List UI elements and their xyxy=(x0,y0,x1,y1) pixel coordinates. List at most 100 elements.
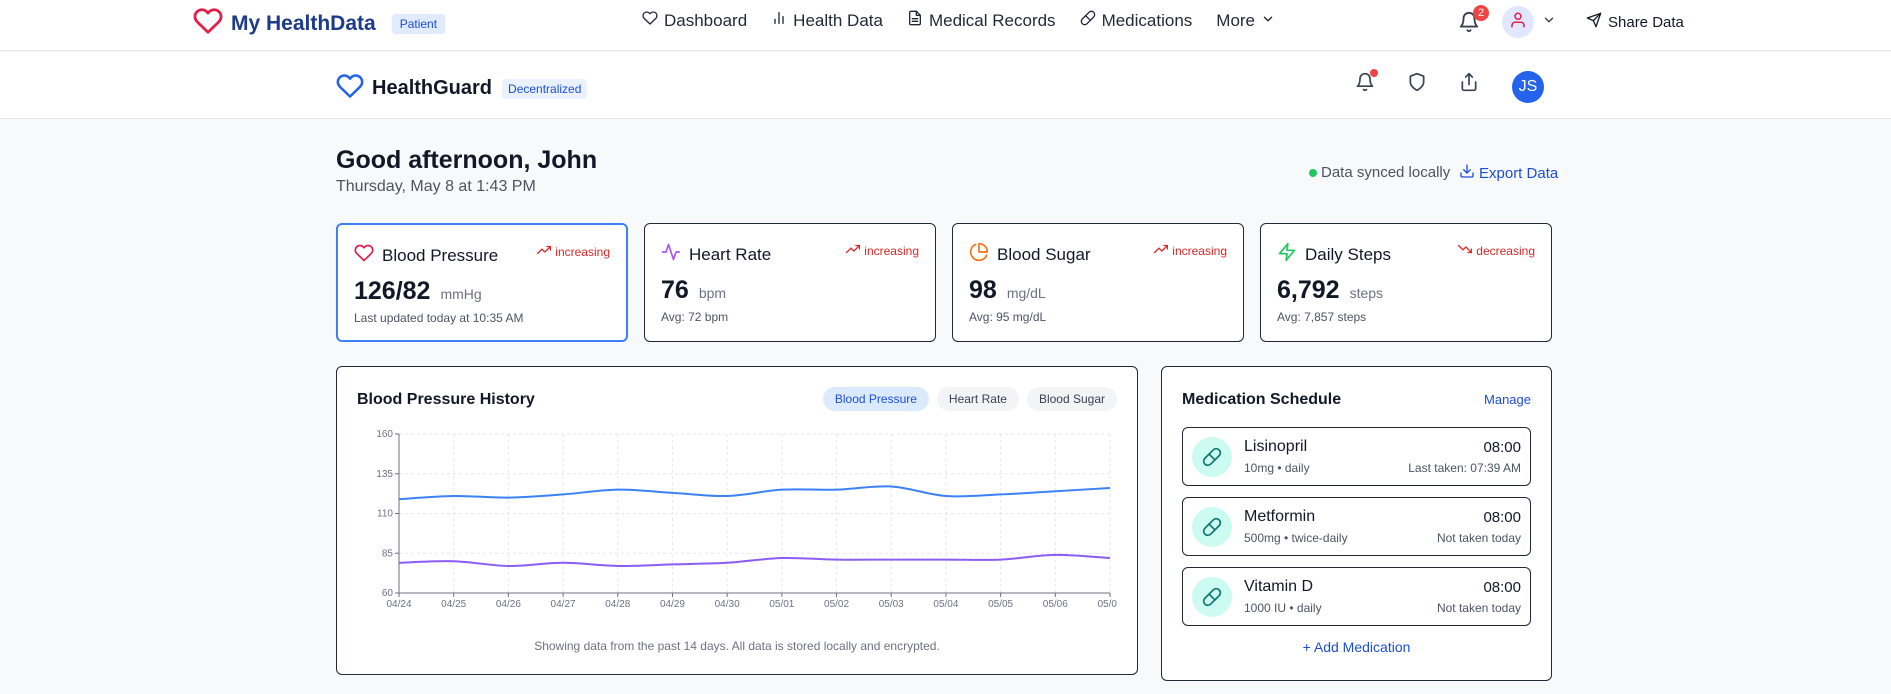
metric-number: 6,792 xyxy=(1277,276,1340,304)
user-avatar[interactable]: JS xyxy=(1512,71,1544,103)
trend-label: increasing xyxy=(555,244,610,259)
nav-actions: 2 Share Data xyxy=(1458,5,1684,38)
trend-label: increasing xyxy=(1172,243,1227,258)
chart-tabs: Blood Pressure Heart Rate Blood Sugar xyxy=(822,387,1117,411)
greeting-date: Thursday, May 8 at 1:43 PM xyxy=(336,178,536,195)
series-line-2 xyxy=(398,553,1111,567)
x-tick-label: 05/07 xyxy=(1097,599,1117,610)
add-medication-button[interactable]: + Add Medication xyxy=(1162,639,1551,655)
trend-indicator: increasing xyxy=(1154,242,1227,259)
notifications-button[interactable]: 2 xyxy=(1458,5,1489,37)
metric-title-label: Blood Sugar xyxy=(997,244,1091,264)
medication-dose: 10mg • daily xyxy=(1244,461,1310,475)
medication-title: Medication Schedule xyxy=(1182,391,1342,408)
nav-dashboard[interactable]: Dashboard xyxy=(642,10,747,31)
metric-card-blood-pressure[interactable]: Blood Pressure increasing 126/82 mmHg La… xyxy=(336,223,628,342)
header-actions xyxy=(1355,69,1511,96)
metric-card-blood-sugar[interactable]: Blood Sugar increasing 98 mg/dL Avg: 95 … xyxy=(952,223,1244,342)
x-tick-label: 05/06 xyxy=(1043,599,1068,610)
metric-unit: mmHg xyxy=(440,286,482,302)
share-data-button[interactable]: Share Data xyxy=(1586,12,1684,32)
medication-time: 08:00 xyxy=(1483,509,1521,526)
medication-item[interactable]: Metformin 500mg • twice-daily 08:00 Not … xyxy=(1182,497,1531,556)
file-text-icon xyxy=(907,10,929,31)
trending-up-icon xyxy=(537,243,555,260)
x-tick-label: 04/29 xyxy=(660,599,685,610)
metric-title: Daily Steps xyxy=(1277,242,1391,267)
chevron-down-icon xyxy=(1255,11,1275,31)
greeting-title: Good afternoon, John xyxy=(336,146,598,174)
chart-title: Blood Pressure History xyxy=(357,391,535,408)
pill-icon xyxy=(1080,10,1102,31)
metric-value: 126/82 mmHg xyxy=(354,277,482,306)
trend-indicator: increasing xyxy=(846,242,919,259)
decentralized-badge: Decentralized xyxy=(502,78,588,99)
medication-time: 08:00 xyxy=(1483,439,1521,456)
trend-indicator: increasing xyxy=(537,243,610,260)
upload-button[interactable] xyxy=(1459,72,1481,94)
tab-heart-rate[interactable]: Heart Rate xyxy=(936,387,1019,411)
send-icon xyxy=(1586,12,1608,32)
download-icon xyxy=(1459,163,1479,183)
brand[interactable]: My HealthData Patient xyxy=(193,6,446,41)
alerts-button[interactable] xyxy=(1355,69,1378,96)
y-tick-label: 135 xyxy=(377,469,393,480)
x-tick-label: 04/24 xyxy=(386,599,411,610)
medication-status: Not taken today xyxy=(1436,531,1521,545)
bell-icon xyxy=(1355,72,1375,96)
x-tick-label: 04/27 xyxy=(551,599,576,610)
sync-status-label: Data synced locally xyxy=(1321,164,1451,181)
export-data-button[interactable]: Export Data xyxy=(1459,163,1558,183)
trend-label: increasing xyxy=(864,243,919,258)
sync-dot xyxy=(1309,168,1317,177)
pill-icon xyxy=(1192,507,1232,547)
x-tick-label: 04/30 xyxy=(715,599,740,610)
nav-health-data[interactable]: Health Data xyxy=(771,10,883,31)
heart-icon xyxy=(354,243,382,268)
nav-medications-label: Medications xyxy=(1101,10,1193,30)
metric-title-label: Heart Rate xyxy=(689,244,772,264)
notification-count-badge: 2 xyxy=(1473,5,1489,21)
medication-time: 08:00 xyxy=(1483,579,1521,596)
zap-icon xyxy=(1277,242,1305,267)
y-tick-label: 110 xyxy=(377,509,393,520)
tab-blood-sugar[interactable]: Blood Sugar xyxy=(1026,387,1117,411)
healthguard-brand[interactable]: HealthGuard Decentralized xyxy=(336,72,588,105)
medication-status: Not taken today xyxy=(1436,601,1521,615)
metric-number: 76 xyxy=(661,276,689,304)
trending-up-icon xyxy=(846,242,864,259)
medication-item[interactable]: Lisinopril 10mg • daily 08:00 Last taken… xyxy=(1182,427,1531,486)
manage-link[interactable]: Manage xyxy=(1484,392,1531,407)
sync-status: Data synced locally xyxy=(1309,164,1450,181)
main-nav: Dashboard Health Data Medical Records Me… xyxy=(642,10,1299,31)
metric-card-heart-rate[interactable]: Heart Rate increasing 76 bpm Avg: 72 bpm xyxy=(644,223,936,342)
metric-value: 76 bpm xyxy=(661,276,726,305)
account-chevron-down-icon[interactable] xyxy=(1534,13,1556,32)
medication-dose: 1000 IU • daily xyxy=(1244,601,1322,615)
nav-medications[interactable]: Medications xyxy=(1080,10,1193,31)
tab-blood-pressure[interactable]: Blood Pressure xyxy=(822,387,929,411)
metric-value: 6,792 steps xyxy=(1277,276,1383,305)
metric-unit: steps xyxy=(1349,285,1384,301)
x-tick-label: 05/02 xyxy=(824,599,849,610)
nav-medical-records[interactable]: Medical Records xyxy=(907,10,1056,31)
metric-unit: bpm xyxy=(698,285,727,301)
x-tick-label: 04/25 xyxy=(441,599,466,610)
privacy-button[interactable] xyxy=(1407,72,1429,94)
chart-note: Showing data from the past 14 days. All … xyxy=(534,639,940,653)
shield-icon xyxy=(1407,72,1427,96)
x-tick-label: 05/05 xyxy=(988,599,1013,610)
trending-up-icon xyxy=(1154,242,1172,259)
metric-card-daily-steps[interactable]: Daily Steps decreasing 6,792 steps Avg: … xyxy=(1260,223,1552,342)
x-tick-label: 04/28 xyxy=(605,599,630,610)
medication-item[interactable]: Vitamin D 1000 IU • daily 08:00 Not take… xyxy=(1182,567,1531,626)
nav-more[interactable]: More xyxy=(1216,10,1275,31)
account-avatar[interactable] xyxy=(1502,6,1534,38)
bell-icon xyxy=(1458,12,1480,37)
medication-name: Vitamin D xyxy=(1244,578,1314,595)
metric-number: 98 xyxy=(969,276,997,304)
pill-icon xyxy=(1192,577,1232,617)
y-tick-label: 85 xyxy=(382,548,394,559)
bar-chart-icon xyxy=(771,10,793,31)
line-chart: 60 85 110 135 160 04/24 04/25 04/26 04/27 04/28 04… xyxy=(377,429,1117,610)
